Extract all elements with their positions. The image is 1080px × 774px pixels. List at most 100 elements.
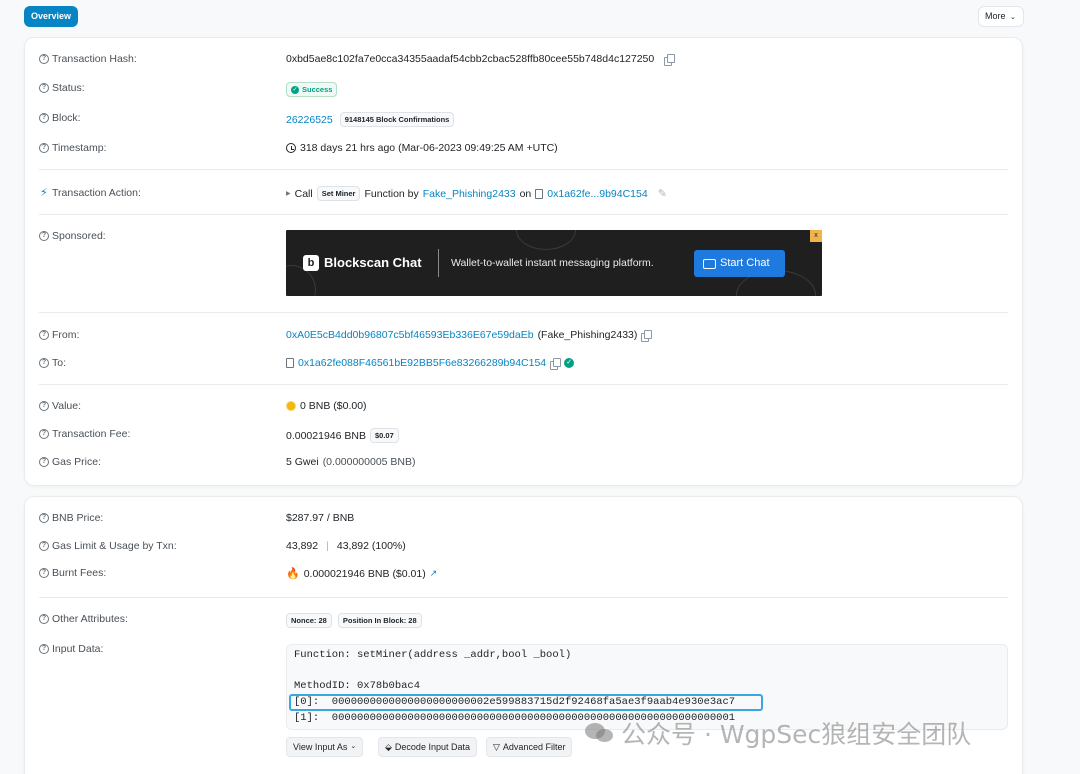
chat-icon xyxy=(703,258,716,269)
to-label: To: xyxy=(52,357,67,369)
from-address-link[interactable]: 0xA0E5cB4dd0b96807c5bf46593Eb336E67e59da… xyxy=(286,329,534,341)
nonce-badge: Nonce: 28 xyxy=(286,613,332,628)
gas-usage-value: 43,892 (100%) xyxy=(336,540,406,552)
start-chat-button[interactable]: Start Chat xyxy=(694,250,785,277)
help-icon[interactable]: ? xyxy=(39,83,49,93)
filter-icon: ▽ xyxy=(493,742,500,752)
method-badge: Set Miner xyxy=(316,186,361,201)
help-icon[interactable]: ? xyxy=(39,143,49,153)
help-icon[interactable]: ? xyxy=(39,644,49,654)
help-icon[interactable]: ? xyxy=(39,541,49,551)
value-label: Value: xyxy=(52,400,81,412)
contract-file-icon xyxy=(535,188,544,199)
more-dropdown-button[interactable]: More ⌄ xyxy=(978,6,1024,27)
block-confirmations-badge: 9148145 Block Confirmations xyxy=(339,112,455,127)
help-icon[interactable]: ? xyxy=(39,614,49,624)
from-label: From: xyxy=(52,329,80,341)
fire-icon: 🔥 xyxy=(286,568,300,580)
advanced-filter-button[interactable]: ▽ Advanced Filter xyxy=(486,737,573,757)
banner-separator xyxy=(438,249,439,277)
decode-input-button[interactable]: ⬙ Decode Input Data xyxy=(378,737,477,757)
tx-fee-usd-badge: $0.07 xyxy=(369,428,399,443)
tx-fee-value: 0.00021946 BNB xyxy=(286,429,366,442)
action-call: Call xyxy=(294,187,313,200)
input-data-label: Input Data: xyxy=(52,643,104,655)
view-input-as-button[interactable]: View Input As ⌄ xyxy=(286,737,364,757)
help-icon[interactable]: ? xyxy=(39,429,49,439)
caret-right-icon[interactable]: ▶ xyxy=(286,190,291,197)
wechat-logo-icon xyxy=(585,721,615,745)
divider xyxy=(39,384,1008,385)
tx-hash-value: 0xbd5ae8c102fa7e0cca34355aadaf54cbb2cbac… xyxy=(286,53,655,65)
pencil-icon[interactable]: ✎ xyxy=(658,187,667,200)
status-badge: ✓ Success xyxy=(286,82,338,97)
copy-icon[interactable] xyxy=(641,330,653,342)
bnb-coin-icon xyxy=(286,401,296,411)
status-label: Status: xyxy=(52,82,85,94)
help-icon[interactable]: ? xyxy=(39,401,49,411)
tx-hash-label: Transaction Hash: xyxy=(52,53,137,65)
divider xyxy=(39,597,1008,598)
start-chat-label: Start Chat xyxy=(720,257,770,269)
help-icon[interactable]: ? xyxy=(39,358,49,368)
block-label: Block: xyxy=(52,112,81,124)
banner-decoration xyxy=(516,230,576,250)
to-address-link[interactable]: 0x1a62fe088F46561bE92BB5F6e83266289b94C1… xyxy=(298,357,546,369)
gas-limit-label: Gas Limit & Usage by Txn: xyxy=(52,540,177,552)
timestamp-label: Timestamp: xyxy=(52,142,107,154)
input-param0-line: [0]: 0000000000000000000000002e599883715… xyxy=(294,696,736,708)
sponsored-label: Sponsored: xyxy=(52,230,106,242)
burnt-fees-label: Burnt Fees: xyxy=(52,567,107,579)
banner-brand: Blockscan Chat xyxy=(324,255,422,270)
timestamp-value: 318 days 21 hrs ago (Mar-06-2023 09:49:2… xyxy=(300,142,558,154)
transaction-overview-card: ? Transaction Hash: 0xbd5ae8c102fa7e0cca3… xyxy=(24,37,1023,486)
chevron-down-icon: ⌄ xyxy=(1010,14,1016,21)
divider xyxy=(39,169,1008,170)
input-methodid-line: MethodID: 0x78b0bac4 xyxy=(294,680,421,692)
block-link[interactable]: 26226525 xyxy=(286,114,333,126)
help-icon[interactable]: ? xyxy=(39,54,49,64)
help-icon[interactable]: ? xyxy=(39,231,49,241)
action-function-by: Function by xyxy=(364,187,419,200)
decode-icon: ⬙ xyxy=(385,742,392,752)
divider xyxy=(39,214,1008,215)
top-tab-bar: Overview More ⌄ xyxy=(0,0,1080,32)
separator: | xyxy=(326,540,329,552)
external-link-icon[interactable]: ↗ xyxy=(430,568,438,579)
clock-icon xyxy=(286,143,296,153)
gas-price-label: Gas Price: xyxy=(52,456,102,468)
sponsored-banner[interactable]: b Blockscan Chat Wallet-to-wallet instan… xyxy=(286,230,822,296)
gas-price-value: 5 Gwei xyxy=(286,456,319,468)
chevron-down-icon: ⌄ xyxy=(350,743,357,750)
gas-limit-value: 43,892 xyxy=(286,540,319,552)
watermark-text: 公众号 · WgpSec狼组安全团队 xyxy=(621,720,972,749)
burnt-fees-value: 0.000021946 BNB ($0.01) xyxy=(303,567,426,580)
other-attributes-label: Other Attributes: xyxy=(52,613,128,625)
blockscan-logo-icon: b xyxy=(303,255,319,271)
help-icon[interactable]: ? xyxy=(39,568,49,578)
copy-icon[interactable] xyxy=(664,54,676,66)
caller-link[interactable]: Fake_Phishing2433 xyxy=(423,188,516,200)
value-amount: 0 BNB ($0.00) xyxy=(300,400,367,412)
more-label: More xyxy=(985,11,1006,21)
contract-link[interactable]: 0x1a62fe...9b94C154 xyxy=(547,188,647,200)
from-name: (Fake_Phishing2433) xyxy=(537,329,638,341)
help-icon[interactable]: ? xyxy=(39,113,49,123)
help-icon[interactable]: ? xyxy=(39,330,49,340)
check-circle-icon: ✓ xyxy=(291,85,299,94)
copy-icon[interactable] xyxy=(550,358,562,370)
tab-overview[interactable]: Overview xyxy=(24,6,79,27)
verified-check-icon: ✓ xyxy=(564,358,575,368)
help-icon[interactable]: ? xyxy=(39,513,49,523)
ad-close-icon[interactable]: x xyxy=(810,230,822,242)
lightning-icon: ⚡ xyxy=(40,187,48,199)
action-on: on xyxy=(519,187,532,200)
bnb-price-label: BNB Price: xyxy=(52,512,104,524)
view-input-as-label: View Input As xyxy=(293,742,348,752)
tx-fee-label: Transaction Fee: xyxy=(52,428,131,440)
gas-price-bnb: (0.000000005 BNB) xyxy=(322,456,416,468)
contract-file-icon xyxy=(286,358,294,368)
help-icon[interactable]: ? xyxy=(39,457,49,467)
watermark: 公众号 · WgpSec狼组安全团队 xyxy=(585,715,971,751)
status-text: Success xyxy=(302,85,333,94)
